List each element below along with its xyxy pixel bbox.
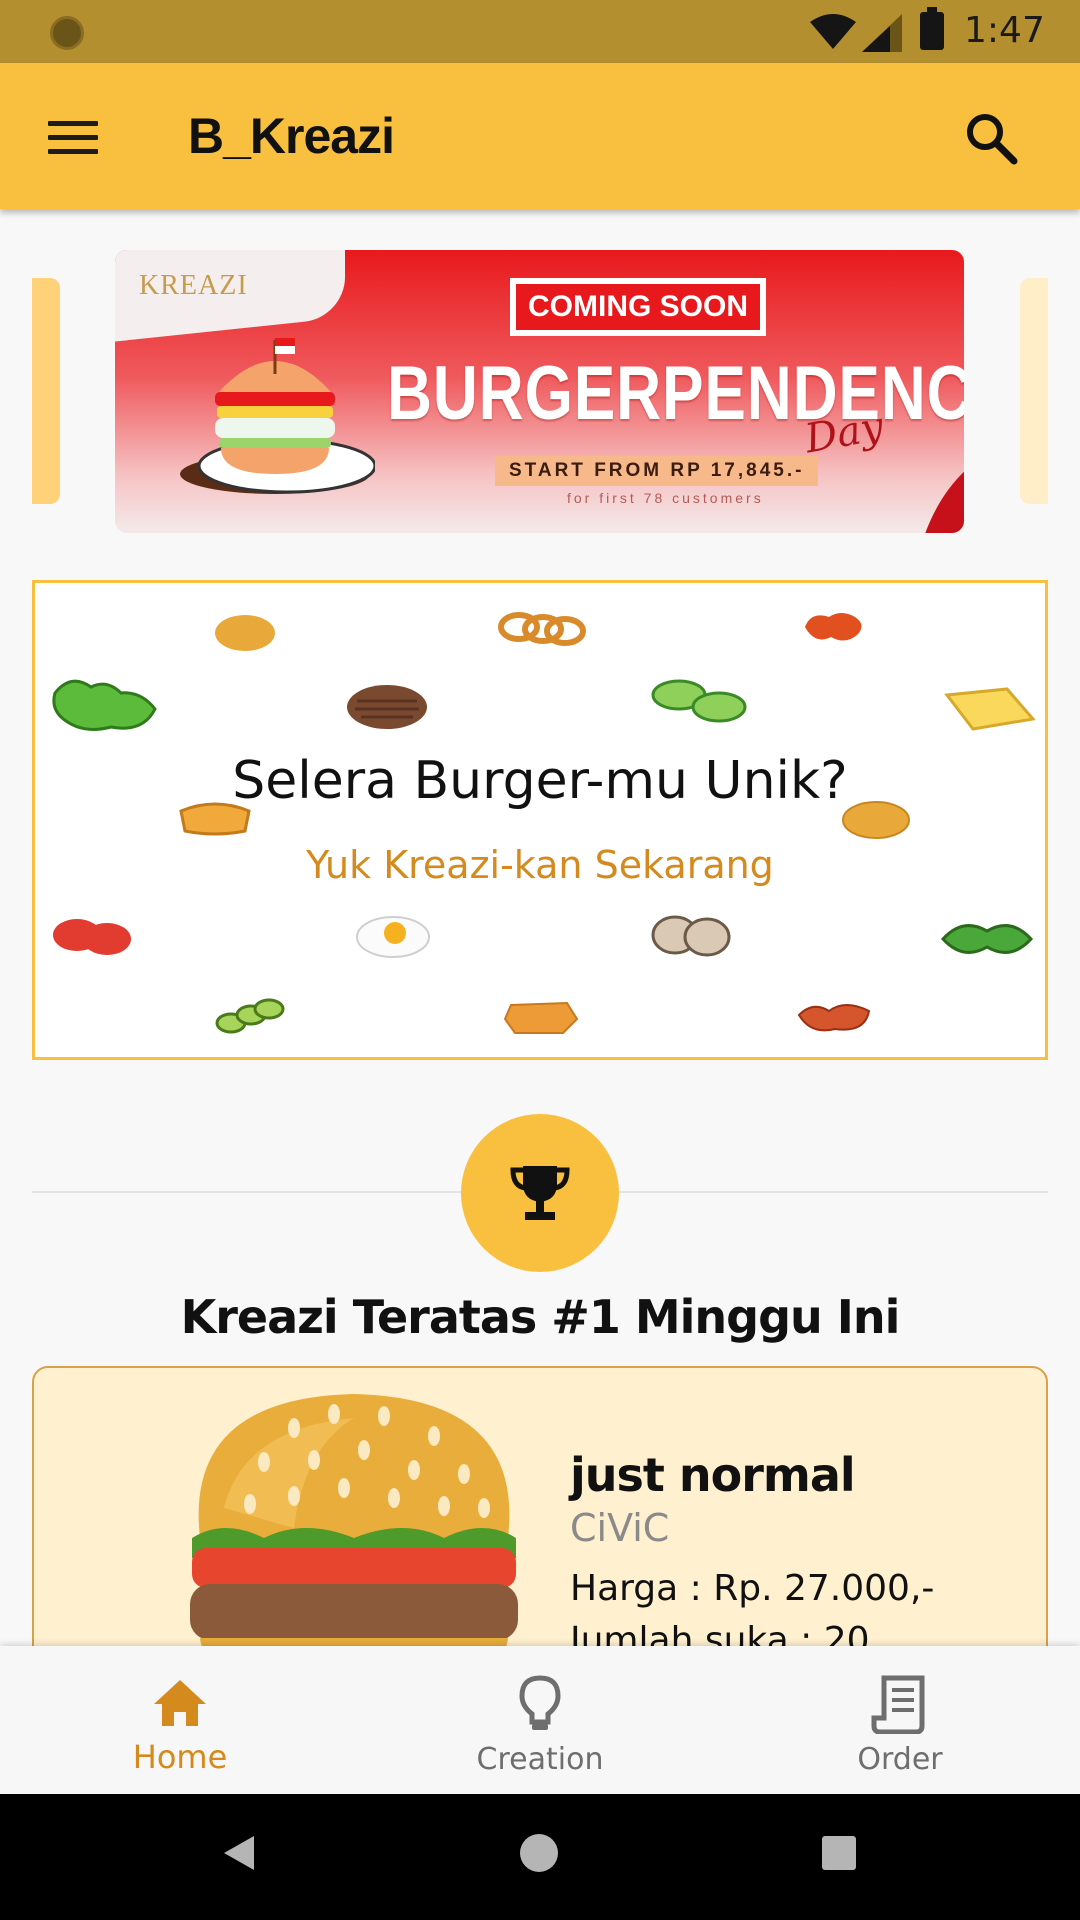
nav-creation-label: Creation bbox=[476, 1742, 604, 1777]
back-icon[interactable] bbox=[222, 1834, 256, 1872]
coming-soon-badge: COMING SOON bbox=[510, 278, 767, 336]
carousel-next-slide[interactable] bbox=[1020, 278, 1048, 504]
nav-home-label: Home bbox=[132, 1738, 228, 1776]
clock: 1:47 bbox=[964, 10, 1045, 51]
nav-creation[interactable]: Creation bbox=[360, 1646, 720, 1794]
trophy-icon bbox=[510, 1166, 570, 1220]
wifi-icon bbox=[810, 14, 856, 49]
promo-banner[interactable]: KREAZI COMING SOON BURGERPENDENCE Day ST… bbox=[115, 250, 964, 533]
nav-order[interactable]: Order bbox=[720, 1646, 1080, 1794]
burger-name: just normal bbox=[570, 1448, 856, 1502]
egg-icon bbox=[356, 916, 430, 958]
mushroom-icon bbox=[651, 915, 731, 957]
notification-icon bbox=[50, 16, 84, 50]
patty-icon bbox=[347, 685, 427, 729]
burger-illustration bbox=[180, 338, 375, 494]
create-burger-promo[interactable]: Selera Burger-mu Unik? Yuk Kreazi-kan Se… bbox=[32, 580, 1048, 1060]
chicken-patty-icon bbox=[503, 1001, 579, 1034]
bun-icon bbox=[215, 615, 275, 651]
battery-icon bbox=[920, 7, 944, 50]
pepper-icon bbox=[805, 613, 862, 641]
top-burger-card[interactable]: just normal CiViC Harga : Rp. 27.000,- J… bbox=[32, 1366, 1048, 1666]
home-button-icon[interactable] bbox=[520, 1834, 558, 1872]
carousel-prev-slide[interactable] bbox=[32, 278, 60, 504]
lettuce-icon bbox=[52, 679, 157, 731]
pickle-icon bbox=[215, 998, 285, 1034]
recent-apps-icon[interactable] bbox=[822, 1836, 856, 1870]
home-icon bbox=[154, 1680, 206, 1726]
promo-subtitle: Yuk Kreazi-kan Sekarang bbox=[306, 843, 774, 887]
flag-decoration bbox=[925, 471, 964, 533]
top-weekly-title: Kreazi Teratas #1 Minggu Ini bbox=[180, 1290, 901, 1344]
bacon-icon bbox=[797, 1004, 871, 1032]
promo-title: Selera Burger-mu Unik? bbox=[232, 751, 848, 811]
cucumber-icon bbox=[651, 679, 747, 723]
burger-image bbox=[190, 1394, 518, 1664]
burger-price: Harga : Rp. 27.000,- bbox=[570, 1568, 935, 1609]
lightbulb-icon bbox=[519, 1675, 561, 1730]
banner-logo: KREAZI bbox=[139, 270, 248, 301]
cheese-icon bbox=[944, 687, 1035, 731]
status-bar: 1:47 bbox=[0, 0, 1080, 63]
app-title: B_Kreazi bbox=[188, 108, 395, 164]
signal-icon bbox=[862, 14, 902, 52]
tomato-icon bbox=[53, 919, 131, 955]
search-icon[interactable] bbox=[964, 111, 1018, 165]
onion-ring-icon bbox=[498, 612, 586, 646]
menu-icon[interactable] bbox=[48, 121, 98, 155]
nav-home[interactable]: Home bbox=[0, 1646, 360, 1794]
burger-author: CiViC bbox=[570, 1506, 670, 1550]
spinach-icon bbox=[940, 924, 1034, 954]
receipt-icon bbox=[871, 1675, 925, 1734]
trophy-badge bbox=[461, 1114, 619, 1272]
nav-order-label: Order bbox=[857, 1742, 943, 1777]
bottom-navigation: Home Creation Order bbox=[0, 1646, 1080, 1794]
banner-offer: START FROM RP 17,845.- bbox=[495, 456, 819, 486]
banner-note: for first 78 customers bbox=[567, 490, 764, 506]
system-navigation-bar bbox=[0, 1794, 1080, 1920]
app-bar: B_Kreazi bbox=[0, 63, 1080, 209]
